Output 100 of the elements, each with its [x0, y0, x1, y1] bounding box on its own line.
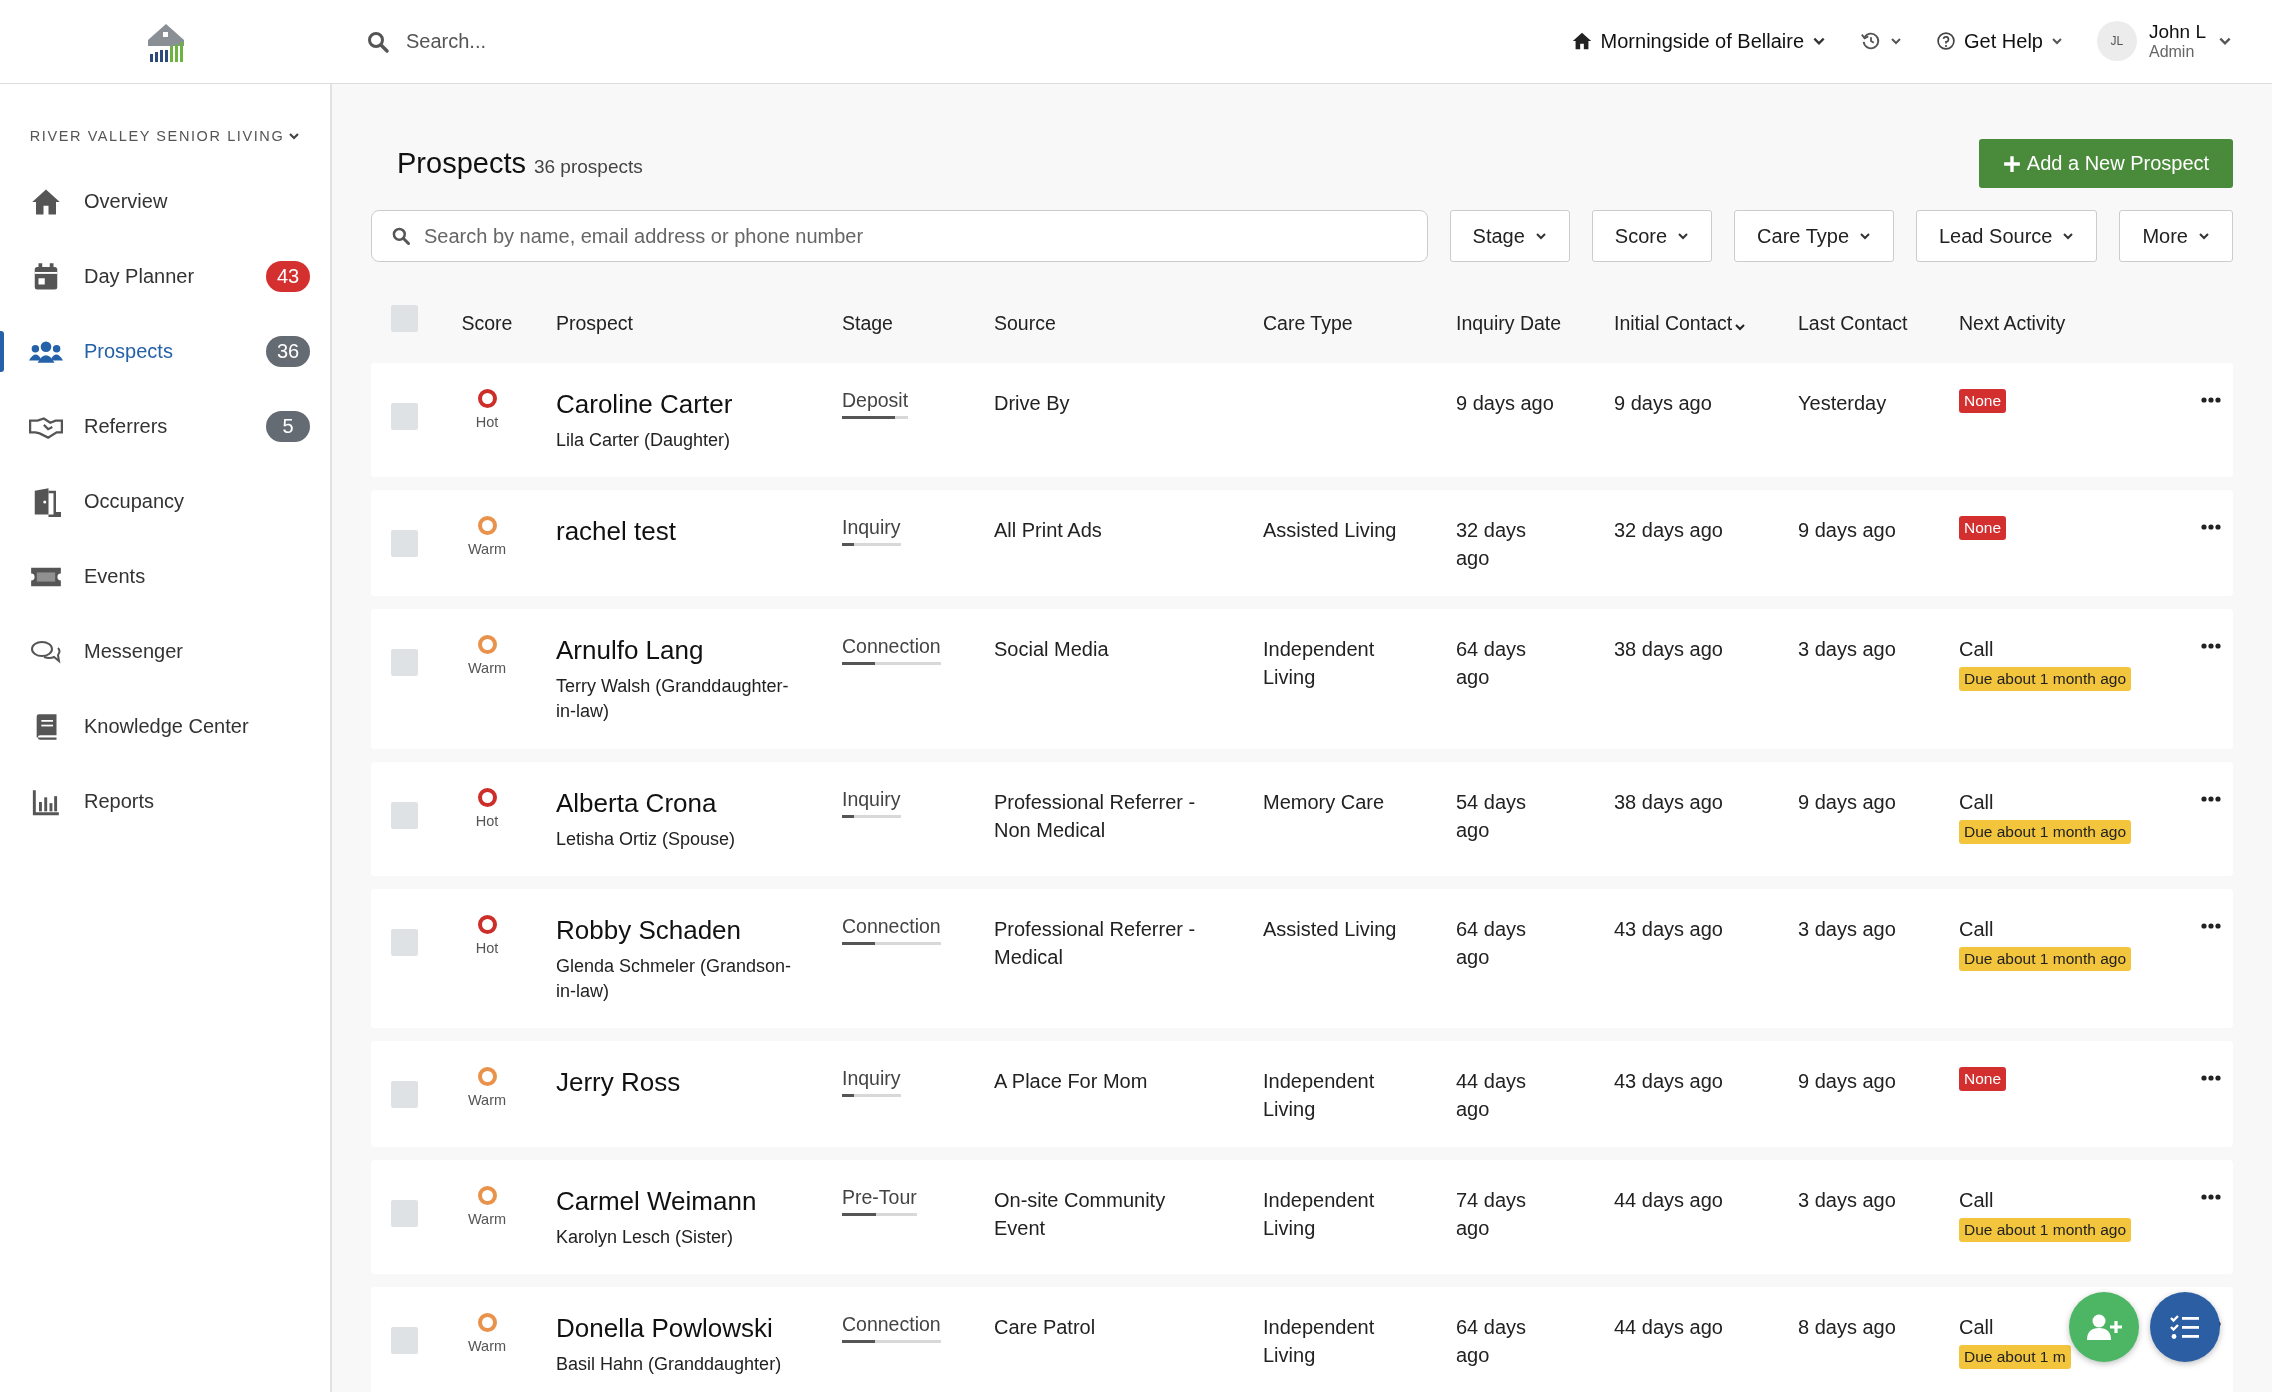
row-checkbox[interactable]: [391, 801, 418, 829]
row-checkbox[interactable]: [391, 928, 418, 956]
prospect-row[interactable]: Warm rachel test Inquiry All Print Ads Assisted Living 32 days ago 32 days ago 9 days ago None: [371, 490, 2233, 597]
more-icon[interactable]: [2201, 524, 2221, 531]
people-icon: [29, 338, 63, 365]
more-icon[interactable]: [2201, 795, 2221, 802]
prospect-row[interactable]: Warm Carmel Weimann Karolyn Lesch (Sister) Pre-Tour On-site Community Event Independent Living 74 days ago 44 days ago 3 days ago Call Due about 1 month ago: [371, 1160, 2233, 1275]
activity-badge: Due about 1 m: [1959, 1345, 2071, 1370]
activity-label: Call: [1959, 916, 1995, 942]
column-header[interactable]: Stage: [842, 312, 893, 335]
activity-badge: None: [1959, 516, 2007, 541]
row-checkbox[interactable]: [391, 530, 418, 558]
more-icon[interactable]: [2201, 397, 2221, 403]
prospect-row[interactable]: Hot Caroline Carter Lila Carter (Daughter) Deposit Drive By 9 days ago 9 days ago Yesterday None: [371, 363, 2233, 478]
table-cell-text: Professional Referrer - Medical: [994, 916, 1197, 970]
add-prospect-button[interactable]: Add a New Prospect: [1979, 139, 2233, 188]
column-header[interactable]: Source: [994, 312, 1056, 335]
prospect-name[interactable]: Robby Schaden: [556, 914, 822, 946]
table-cell-text: 3 days ago: [1798, 637, 1897, 663]
column-header[interactable]: Last Contact: [1798, 312, 1908, 335]
prospect-name[interactable]: Arnulfo Lang: [556, 635, 822, 667]
help-dropdown[interactable]: Get Help: [1936, 30, 2063, 53]
stage-progress: [842, 814, 901, 818]
table-cell-text: 9 days ago: [1614, 391, 1713, 416]
contact-name: Lila Carter (Daughter): [556, 429, 732, 452]
contact-name: Basil Hahn (Granddaughter): [556, 1353, 783, 1377]
activity-label: Call: [1959, 1188, 1995, 1214]
table-cell-text: 38 days ago: [1614, 789, 1724, 815]
table-cell-text: 64 days ago: [1456, 1315, 1528, 1369]
select-all-checkbox[interactable]: [391, 305, 418, 332]
sidebar-item[interactable]: Messenger: [0, 614, 330, 689]
row-checkbox[interactable]: [391, 649, 418, 677]
prospect-row[interactable]: Warm Donella Powlowski Basil Hahn (Granddaughter) Connection Care Patrol Independent Living 64 days ago 44 days ago 8 days ago Call Due about 1 m: [371, 1287, 2233, 1392]
table-cell-text: 32 days ago: [1456, 518, 1528, 572]
column-header[interactable]: Inquiry Date: [1456, 312, 1562, 335]
row-checkbox[interactable]: [391, 1327, 418, 1355]
sidebar-item[interactable]: Events: [0, 539, 330, 614]
sidebar-item[interactable]: Occupancy: [0, 464, 330, 539]
caret-icon: [2198, 230, 2210, 242]
table-cell-text: 64 days ago: [1456, 916, 1528, 970]
table-cell-text: On-site Community Event: [994, 1188, 1167, 1242]
stage-label: Connection: [842, 1313, 941, 1337]
prospect-name[interactable]: Caroline Carter: [556, 389, 822, 420]
table-cell-text: Assisted Living: [1263, 916, 1398, 942]
prospect-name[interactable]: Alberta Crona: [556, 787, 822, 819]
sidebar-item[interactable]: Prospects 36: [0, 314, 330, 389]
more-icon[interactable]: [2201, 1194, 2221, 1201]
organization-dropdown[interactable]: RIVER VALLEY SENIOR LIVING: [29, 128, 301, 144]
column-header[interactable]: Prospect: [556, 312, 633, 335]
filter-dropdown[interactable]: Score: [1591, 210, 1713, 262]
user-avatar[interactable]: JL: [2096, 21, 2137, 62]
prospect-name[interactable]: Donella Powlowski: [556, 1313, 822, 1345]
prospect-row[interactable]: Warm Jerry Ross Inquiry A Place For Mom Independent Living 44 days ago 43 days ago 9 days ago None: [371, 1041, 2233, 1148]
user-plus-icon: [2086, 1313, 2122, 1341]
table-cell-text: 74 days ago: [1456, 1188, 1528, 1242]
sidebar-item[interactable]: Day Planner 43: [0, 239, 330, 314]
filter-dropdown[interactable]: Lead Source: [1916, 210, 2098, 262]
table-cell-text: 44 days ago: [1456, 1069, 1528, 1123]
count-badge: 5: [266, 411, 310, 442]
row-checkbox[interactable]: [391, 1081, 418, 1109]
more-icon[interactable]: [2201, 1075, 2221, 1082]
community-dropdown[interactable]: Morningside of Bellaire: [1570, 30, 1826, 53]
search-field[interactable]: Search...: [404, 29, 866, 54]
filter-dropdown[interactable]: Care Type: [1734, 210, 1894, 262]
table-cell-text: 38 days ago: [1614, 637, 1724, 663]
user-role: Admin: [2148, 43, 2196, 62]
table-cell-text: Memory Care: [1263, 789, 1386, 815]
column-header[interactable]: Care Type: [1263, 312, 1353, 335]
stage-progress: [842, 416, 909, 419]
contact-name: Karolyn Lesch (Sister): [556, 1226, 735, 1250]
score-label: Warm: [467, 660, 507, 677]
sidebar-item[interactable]: Overview: [0, 164, 330, 239]
prospect-name[interactable]: Carmel Weimann: [556, 1186, 822, 1218]
prospect-row[interactable]: Hot Robby Schaden Glenda Schmeler (Grandson-in-law) Connection Professional Referrer - Medical Assisted Living 64 days ago 43 days ago 3 days ago Call Due about 1 month ago: [371, 888, 2233, 1029]
more-icon[interactable]: [2201, 922, 2221, 929]
column-header[interactable]: Score: [461, 312, 513, 335]
filter-dropdown[interactable]: More: [2119, 210, 2233, 262]
stage-label: Connection: [842, 635, 941, 659]
sidebar-item[interactable]: Reports: [0, 764, 330, 839]
prospect-row[interactable]: Warm Arnulfo Lang Terry Walsh (Granddaughter-in-law) Connection Social Media Independent Living 64 days ago 38 days ago 3 days ago Call Due about 1 month ago: [371, 609, 2233, 749]
table-cell-text: 3 days ago: [1798, 916, 1897, 942]
caret-icon: [1677, 230, 1690, 242]
user-name: John L: [2148, 21, 2206, 44]
prospect-name[interactable]: Jerry Ross: [556, 1067, 822, 1099]
activity-badge: Due about 1 month ago: [1959, 1218, 2131, 1243]
table-cell-text: 9 days ago: [1798, 518, 1897, 544]
sidebar-item[interactable]: Knowledge Center: [0, 689, 330, 764]
caret-icon: [1534, 230, 1547, 242]
search-field[interactable]: Search by name, email address or phone number: [371, 210, 1428, 262]
sidebar-item[interactable]: Referrers 5: [0, 389, 330, 464]
column-header[interactable]: Initial Contact: [1614, 312, 1747, 335]
row-checkbox[interactable]: [391, 403, 418, 430]
plus-icon: [2002, 154, 2021, 173]
column-header[interactable]: Next Activity: [1959, 312, 2066, 335]
filter-dropdown[interactable]: Stage: [1449, 210, 1570, 262]
more-icon[interactable]: [2201, 643, 2221, 650]
prospect-name[interactable]: rachel test: [556, 516, 822, 548]
bar-chart-icon: [32, 787, 60, 816]
row-checkbox[interactable]: [391, 1200, 418, 1228]
prospect-row[interactable]: Hot Alberta Crona Letisha Ortiz (Spouse) Inquiry Professional Referrer - Non Medical Memory Care 54 days ago 38 days ago 9 days ago Call Due about 1 month ago: [371, 761, 2233, 876]
